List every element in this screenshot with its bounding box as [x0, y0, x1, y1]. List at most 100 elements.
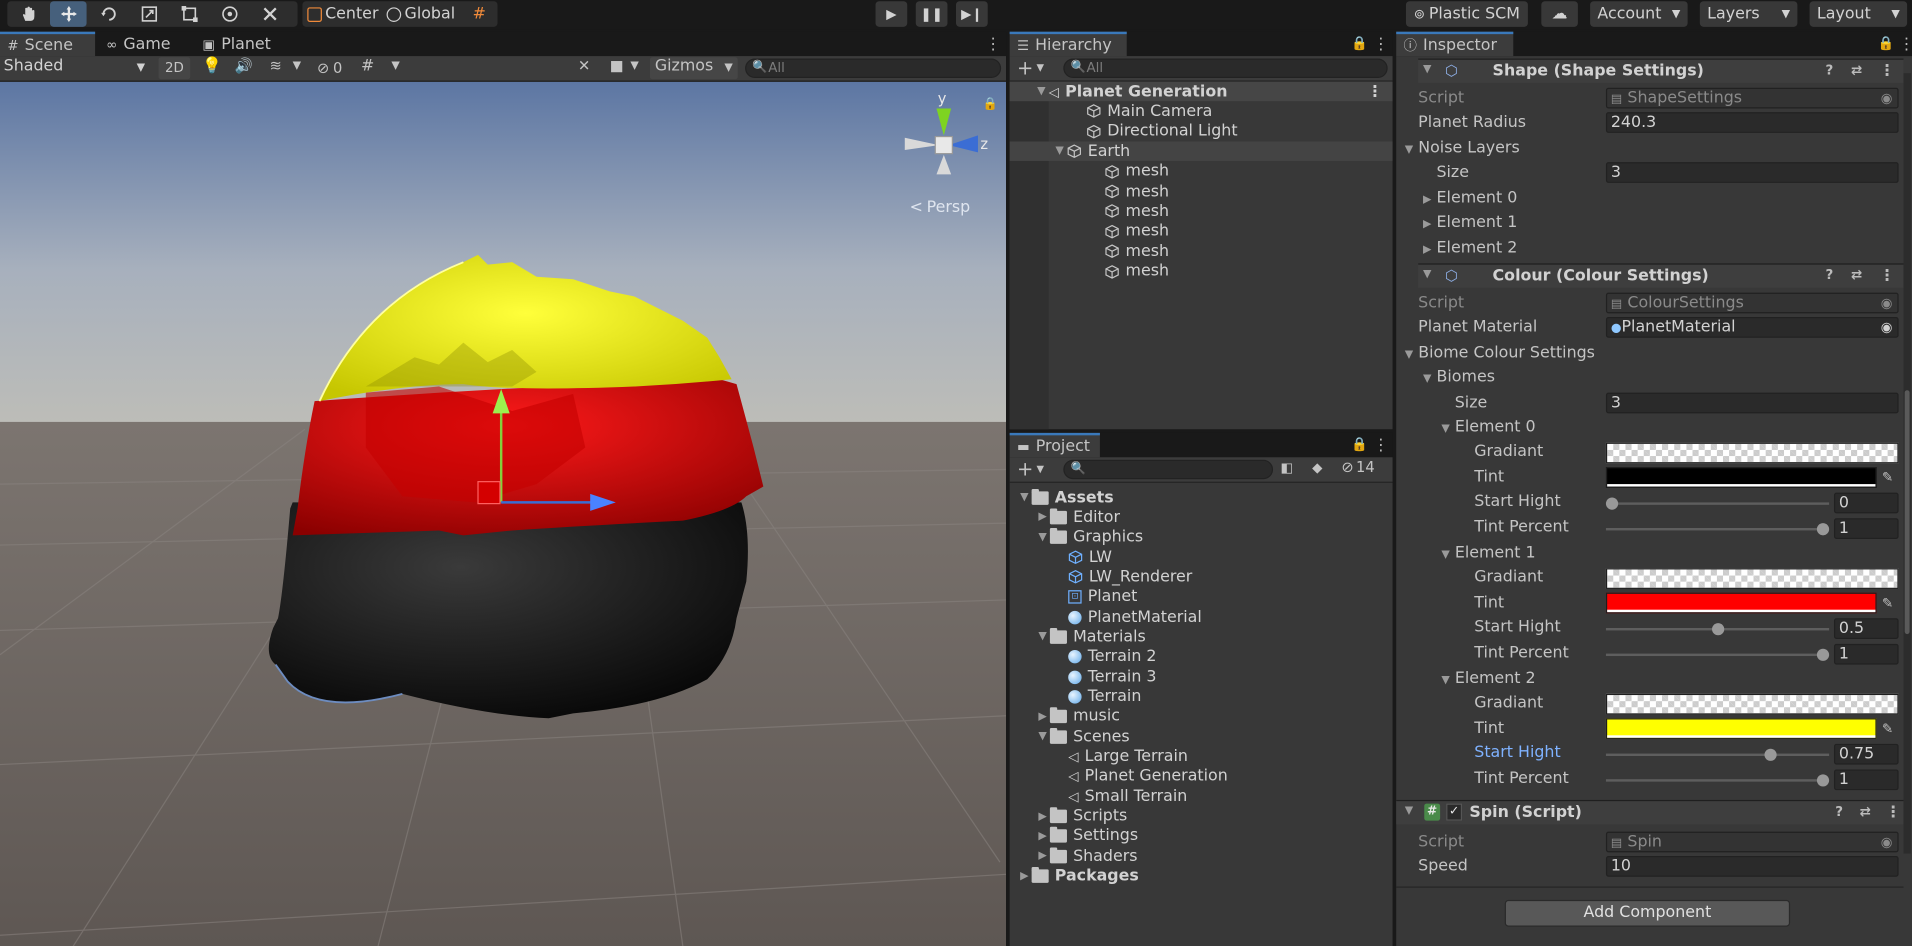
account-dropdown[interactable]: Account ▼ [1590, 1, 1688, 27]
noise-layers-foldout[interactable]: ▼ Noise Layers [1405, 139, 1520, 157]
shape-script-field[interactable]: ▤ ShapeSettings ◉ [1605, 87, 1899, 109]
slider-knob[interactable] [1816, 648, 1830, 661]
layers-dropdown[interactable]: Layers ▼ [1699, 1, 1798, 27]
project-item[interactable]: LW [1010, 548, 1393, 568]
noise-element-2[interactable]: ▶ Element 2 [1423, 239, 1517, 257]
hand-tool-icon[interactable] [10, 1, 47, 27]
project-item[interactable]: ▶ music [1010, 707, 1393, 727]
biome-element-foldout[interactable]: ▼ Element 2 [1441, 669, 1535, 687]
more-options-icon[interactable]: ⋮ [1879, 267, 1895, 285]
project-item[interactable]: Terrain 2 [1010, 647, 1393, 667]
hierarchy-item[interactable]: Directional Light [1010, 122, 1393, 142]
plastic-scm-button[interactable]: ⊚ Plastic SCM [1405, 1, 1528, 27]
lighting-icon[interactable]: 💡 [199, 57, 226, 79]
eyedropper-icon[interactable]: ✎ [1879, 595, 1896, 612]
custom-tools-icon[interactable] [251, 1, 288, 27]
planet-material-field[interactable]: ●PlanetMaterial ◉ [1605, 317, 1899, 338]
move-tool-icon[interactable] [49, 1, 87, 27]
project-item[interactable]: ▶ Packages [1010, 867, 1393, 887]
hierarchy-item[interactable]: ▼ Earth [1009, 141, 1393, 162]
help-icon[interactable]: ? [1825, 62, 1833, 78]
layout-dropdown[interactable]: Layout ▼ [1809, 1, 1908, 27]
pause-button[interactable]: ❚❚ [915, 1, 948, 27]
lock-icon[interactable]: 🔒 [983, 98, 998, 111]
colour-component-header[interactable]: ▼ ⬡ Colour (Colour Settings) ? ⇄ ⋮ [1418, 263, 1904, 288]
object-picker-icon[interactable]: ◉ [1881, 833, 1893, 851]
grid-icon[interactable]: # [361, 57, 385, 79]
preset-icon[interactable]: ⇄ [1851, 62, 1862, 78]
pivot-toggle[interactable]: Center [305, 1, 381, 27]
gradient-field[interactable] [1605, 442, 1899, 464]
add-component-button[interactable]: Add Component [1504, 899, 1791, 927]
biome-settings-foldout[interactable]: ▼ Biome Colour Settings [1405, 344, 1595, 362]
tab-planet[interactable]: ▣ Planet [195, 32, 288, 56]
cloud-button[interactable]: ☁ [1541, 1, 1578, 27]
effects-icon[interactable]: ≋ [262, 57, 289, 79]
project-item[interactable]: ▼ Graphics [1010, 528, 1393, 548]
play-button[interactable]: ▶ [875, 1, 908, 27]
chevron-right-icon[interactable]: ▶ [1035, 511, 1050, 523]
lock-icon[interactable]: 🔒 [1351, 35, 1368, 51]
colour-script-field[interactable]: ▤ ColourSettings ◉ [1605, 292, 1899, 314]
tint-percent-input[interactable]: 1 [1833, 643, 1899, 665]
project-item[interactable]: ▼ Materials [1010, 627, 1393, 647]
noise-element-0[interactable]: ▶ Element 0 [1423, 189, 1517, 207]
more-options-icon[interactable]: ⋮ [1373, 437, 1389, 455]
chevron-right-icon[interactable]: ▶ [1035, 711, 1050, 723]
tint-percent-slider[interactable] [1605, 779, 1830, 782]
gizmos-dropdown[interactable]: Gizmos ▼ [649, 57, 738, 80]
slider-knob[interactable] [1605, 497, 1619, 510]
hierarchy-item[interactable]: Main Camera [1010, 102, 1393, 122]
biomes-foldout[interactable]: ▼ Biomes [1423, 368, 1495, 386]
chevron-down-icon[interactable]: ▼ [630, 60, 638, 72]
step-button[interactable]: ▶❙ [956, 1, 988, 27]
tint-color-swatch[interactable] [1605, 718, 1877, 739]
project-item[interactable]: ▶ Shaders [1010, 847, 1393, 867]
scale-tool-icon[interactable] [130, 1, 167, 27]
planet-radius-input[interactable]: 240.3 [1605, 112, 1899, 133]
project-item[interactable]: Terrain 3 [1010, 667, 1393, 687]
project-item[interactable]: Terrain [1010, 687, 1393, 707]
object-picker-icon[interactable]: ◉ [1881, 318, 1893, 336]
chevron-right-icon[interactable]: ▶ [1035, 850, 1050, 862]
more-options-icon[interactable]: ⋮ [1373, 35, 1389, 53]
chevron-down-icon[interactable]: ▼ [1034, 85, 1049, 97]
project-item[interactable]: ▶ Scripts [1010, 807, 1393, 827]
rect-tool-icon[interactable] [171, 1, 208, 27]
start-hight-slider[interactable] [1605, 753, 1830, 757]
tab-game[interactable]: ∞ Game [99, 32, 192, 56]
speed-input[interactable]: 10 [1605, 856, 1899, 877]
gradient-field[interactable] [1605, 693, 1899, 715]
project-item[interactable]: ▼ Assets [1010, 488, 1393, 508]
eyedropper-icon[interactable]: ✎ [1879, 721, 1896, 738]
hierarchy-item[interactable]: ▼ ◁ Planet Generation ⋮ [1009, 81, 1393, 102]
hierarchy-item[interactable]: mesh [1010, 202, 1393, 222]
tab-hierarchy[interactable]: ☰ Hierarchy [1009, 31, 1127, 57]
project-item[interactable]: ▼ Scenes [1010, 727, 1393, 747]
biome-element-foldout[interactable]: ▼ Element 0 [1441, 418, 1535, 436]
slider-knob[interactable] [1764, 748, 1777, 761]
hidden-objects-toggle[interactable]: ⊘ 0 [317, 57, 358, 79]
audio-icon[interactable]: 🔊 [230, 57, 257, 79]
projection-toggle[interactable]: < Persp [910, 199, 971, 217]
tools-icon[interactable]: ✕ [578, 57, 602, 79]
chevron-down-icon[interactable]: ▼ [1035, 631, 1050, 643]
biomes-size-input[interactable]: 3 [1605, 392, 1899, 414]
tab-inspector[interactable]: ⓘ Inspector [1396, 31, 1514, 57]
chevron-down-icon[interactable]: ▼ [1035, 531, 1050, 543]
2d-toggle[interactable]: 2D [158, 57, 191, 80]
lock-icon[interactable]: 🔒 [1878, 35, 1895, 51]
project-item[interactable]: ◁ Planet Generation [1010, 767, 1393, 787]
start-hight-slider[interactable] [1605, 502, 1830, 505]
hidden-packages-toggle[interactable]: ⊘ 14 [1341, 458, 1374, 475]
tint-percent-slider[interactable] [1605, 653, 1830, 657]
chevron-down-icon[interactable]: ▼ [1423, 268, 1431, 280]
project-item[interactable]: LW_Renderer [1010, 567, 1393, 587]
project-item[interactable]: ▶ Editor [1010, 508, 1393, 528]
preset-icon[interactable]: ⇄ [1860, 804, 1871, 820]
filter-type-icon[interactable]: ◧ [1280, 460, 1293, 476]
chevron-right-icon[interactable]: ▶ [1035, 810, 1050, 822]
hierarchy-search-input[interactable]: 🔍 All [1063, 58, 1388, 79]
scrollbar-thumb[interactable] [1904, 390, 1910, 635]
slider-knob[interactable] [1711, 623, 1724, 636]
